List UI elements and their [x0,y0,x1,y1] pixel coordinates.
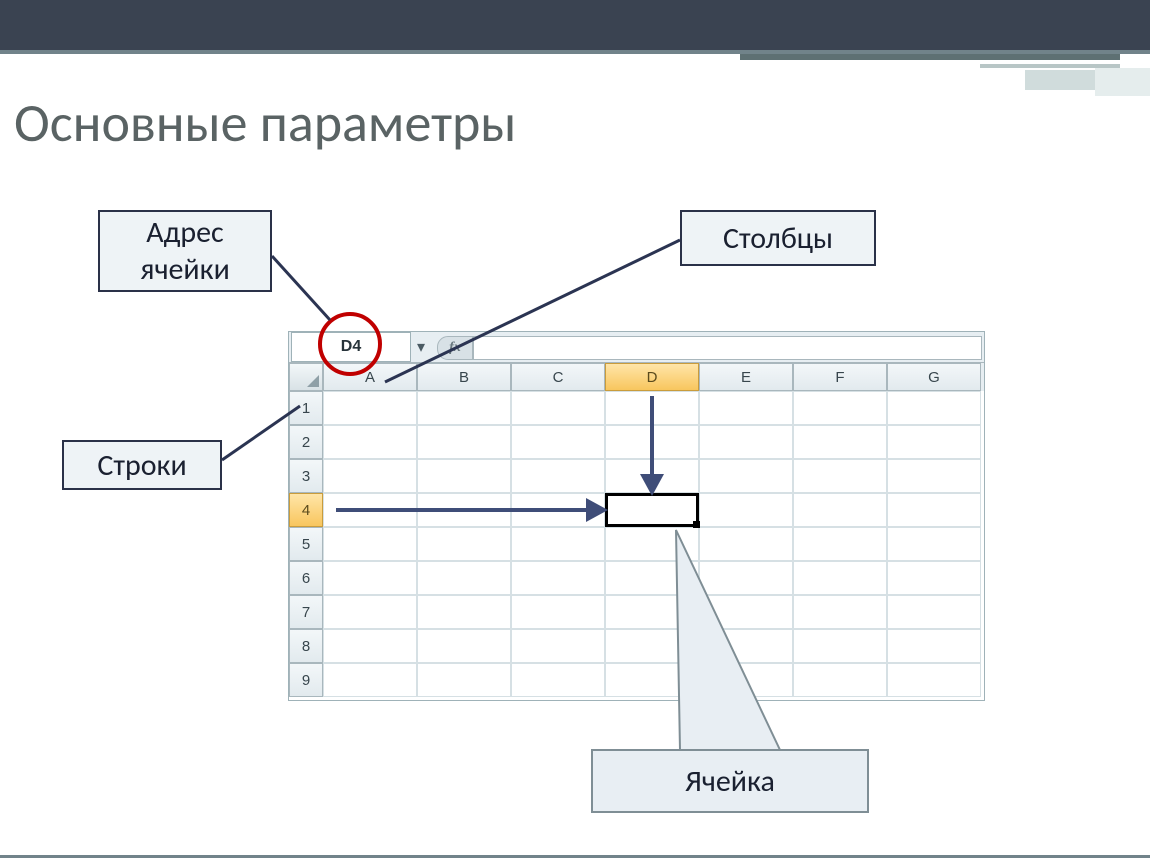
col-header-b[interactable]: B [417,363,511,391]
row-header-2[interactable]: 2 [289,425,323,459]
row-header-4[interactable]: 4 [289,493,323,527]
col-header-a[interactable]: A [323,363,417,391]
slide-canvas: Основные параметры Адрес ячейки Столбцы … [0,0,1150,864]
callout-cell-address: Адрес ячейки [98,210,272,292]
spreadsheet-mock: D4 ▾ fx A B C D E F G 1 2 3 4 5 6 7 [288,331,985,701]
formula-bar-row: D4 ▾ fx [289,332,984,363]
name-box[interactable]: D4 [291,332,411,362]
row-header-3[interactable]: 3 [289,459,323,493]
row-headers: 1 2 3 4 5 6 7 8 9 [289,391,323,697]
row-header-7[interactable]: 7 [289,595,323,629]
formula-bar[interactable] [473,336,982,360]
row-header-1[interactable]: 1 [289,391,323,425]
name-box-dropdown-icon[interactable]: ▾ [411,332,431,362]
row-header-8[interactable]: 8 [289,629,323,663]
row-header-9[interactable]: 9 [289,663,323,697]
col-header-d[interactable]: D [605,363,699,391]
fx-icon[interactable]: fx [437,336,473,360]
col-header-c[interactable]: C [511,363,605,391]
callout-columns: Столбцы [680,210,876,266]
col-header-e[interactable]: E [699,363,793,391]
row-header-5[interactable]: 5 [289,527,323,561]
decor-stripe [740,54,1120,60]
callout-rows: Строки [62,440,222,490]
connector-address [272,256,330,320]
column-headers: A B C D E F G [289,363,984,391]
select-all-corner[interactable] [289,363,323,391]
slide-title: Основные параметры [14,90,516,156]
name-box-value: D4 [341,339,361,355]
active-cell-d4[interactable] [605,493,699,527]
callout-cell: Ячейка [592,750,868,812]
col-header-g[interactable]: G [887,363,981,391]
decor-stripe [1095,68,1150,96]
col-header-f[interactable]: F [793,363,887,391]
decor-bottom-line [0,855,1150,858]
decor-top-bar [0,0,1150,50]
row-header-6[interactable]: 6 [289,561,323,595]
cell-grid[interactable] [323,391,984,697]
